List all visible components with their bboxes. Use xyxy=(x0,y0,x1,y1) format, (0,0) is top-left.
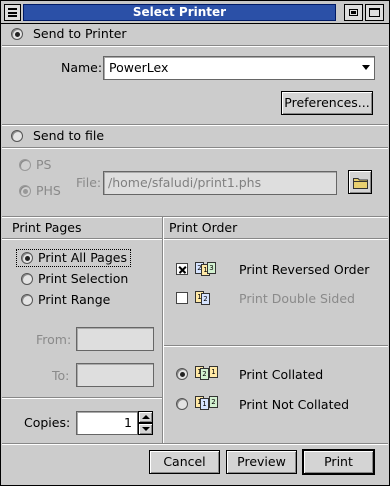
print-range-label[interactable]: Print Range xyxy=(38,292,110,308)
window-menu-icon[interactable] xyxy=(4,4,21,21)
print-collated-label[interactable]: Print Collated xyxy=(239,367,323,383)
cancel-button[interactable]: Cancel xyxy=(149,450,220,474)
print-button[interactable]: Print xyxy=(303,450,374,474)
print-double-sided-checkbox[interactable] xyxy=(176,292,188,304)
preview-button[interactable]: Preview xyxy=(226,450,297,474)
send-to-file-radio[interactable] xyxy=(11,130,23,142)
print-all-pages-label[interactable]: Print All Pages xyxy=(38,250,127,266)
printer-name-value: PowerLex xyxy=(109,60,169,75)
printer-name-combo[interactable]: PowerLex xyxy=(103,56,375,80)
section-divider xyxy=(2,443,388,445)
print-double-sided-label[interactable]: Print Double Sided xyxy=(239,291,355,307)
browse-file-button[interactable] xyxy=(348,170,372,194)
file-path-input[interactable]: /home/sfaludi/print1.phs xyxy=(103,171,337,195)
dropdown-arrow-icon[interactable] xyxy=(362,65,370,70)
print-not-collated-radio[interactable] xyxy=(176,398,188,410)
column-divider xyxy=(162,217,164,443)
collated-icon: 1 2 1 xyxy=(195,365,223,381)
section-divider xyxy=(2,216,388,218)
send-to-file-label[interactable]: Send to file xyxy=(33,128,104,144)
reversed-order-icon: 2 1 3 xyxy=(195,261,219,277)
range-from-input[interactable] xyxy=(76,327,154,351)
range-to-label: To: xyxy=(52,368,70,383)
print-range-radio[interactable] xyxy=(21,294,33,306)
print-selection-label[interactable]: Print Selection xyxy=(38,271,128,287)
format-ps-label: PS xyxy=(36,157,52,172)
print-reversed-label[interactable]: Print Reversed Order xyxy=(239,262,369,278)
format-phs-label: PHS xyxy=(36,183,61,198)
preferences-button[interactable]: Preferences... xyxy=(281,91,373,115)
format-phs-radio[interactable] xyxy=(19,185,31,197)
copies-label: Copies: xyxy=(24,415,71,430)
section-divider xyxy=(2,147,388,149)
spin-down-icon[interactable] xyxy=(138,423,153,435)
spin-up-icon[interactable] xyxy=(138,411,153,423)
section-divider xyxy=(2,124,388,126)
maximize-icon[interactable] xyxy=(365,4,384,21)
send-to-printer-radio[interactable] xyxy=(11,28,23,40)
window-title: Select Printer xyxy=(132,5,227,19)
send-to-printer-label[interactable]: Send to Printer xyxy=(33,26,127,42)
format-ps-radio[interactable] xyxy=(19,159,31,171)
not-collated-icon: 1 1 2 xyxy=(195,395,223,411)
double-sided-icon: 1 2 xyxy=(195,290,213,306)
copies-input[interactable]: 1 xyxy=(76,411,138,435)
print-reversed-checkbox[interactable] xyxy=(176,263,188,275)
section-divider xyxy=(2,45,388,47)
print-collated-radio[interactable] xyxy=(176,368,188,380)
file-label: File: xyxy=(76,175,102,190)
section-divider xyxy=(164,345,388,347)
range-from-label: From: xyxy=(36,332,72,347)
title-bar[interactable]: Select Printer xyxy=(0,0,390,24)
section-divider xyxy=(2,397,162,399)
range-to-input[interactable] xyxy=(76,363,154,387)
print-all-pages-radio[interactable] xyxy=(21,252,33,264)
section-divider xyxy=(2,238,388,240)
name-label: Name: xyxy=(61,60,103,75)
copies-value: 1 xyxy=(124,415,132,430)
print-pages-heading: Print Pages xyxy=(12,220,82,235)
minimize-icon[interactable] xyxy=(344,4,363,21)
folder-icon xyxy=(353,178,368,189)
print-order-heading: Print Order xyxy=(169,220,238,235)
print-selection-radio[interactable] xyxy=(21,273,33,285)
print-not-collated-label[interactable]: Print Not Collated xyxy=(239,397,349,413)
file-path-value: /home/sfaludi/print1.phs xyxy=(108,175,262,190)
